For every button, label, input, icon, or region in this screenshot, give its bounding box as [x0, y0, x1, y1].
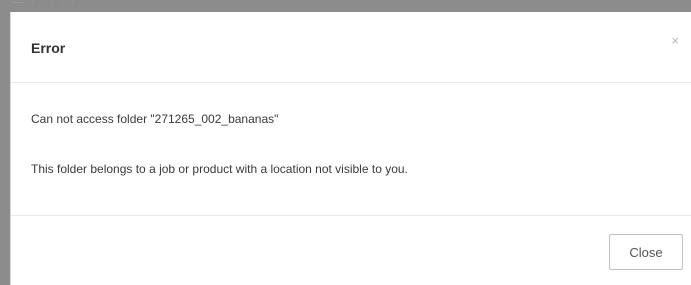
dialog-body: Can not access folder "271265_002_banana…	[11, 83, 691, 216]
error-dialog: Error × Can not access folder "271265_00…	[10, 12, 691, 285]
background-partial-text: — · · · · · ·	[12, 0, 86, 9]
error-detail: This folder belongs to a job or product …	[31, 162, 408, 176]
close-icon[interactable]: ×	[671, 34, 679, 47]
dialog-footer: Close	[11, 216, 691, 285]
error-message: Can not access folder "271265_002_banana…	[31, 112, 279, 126]
close-button[interactable]: Close	[609, 234, 683, 270]
dialog-title: Error	[31, 40, 66, 56]
dialog-header: Error ×	[11, 12, 691, 83]
